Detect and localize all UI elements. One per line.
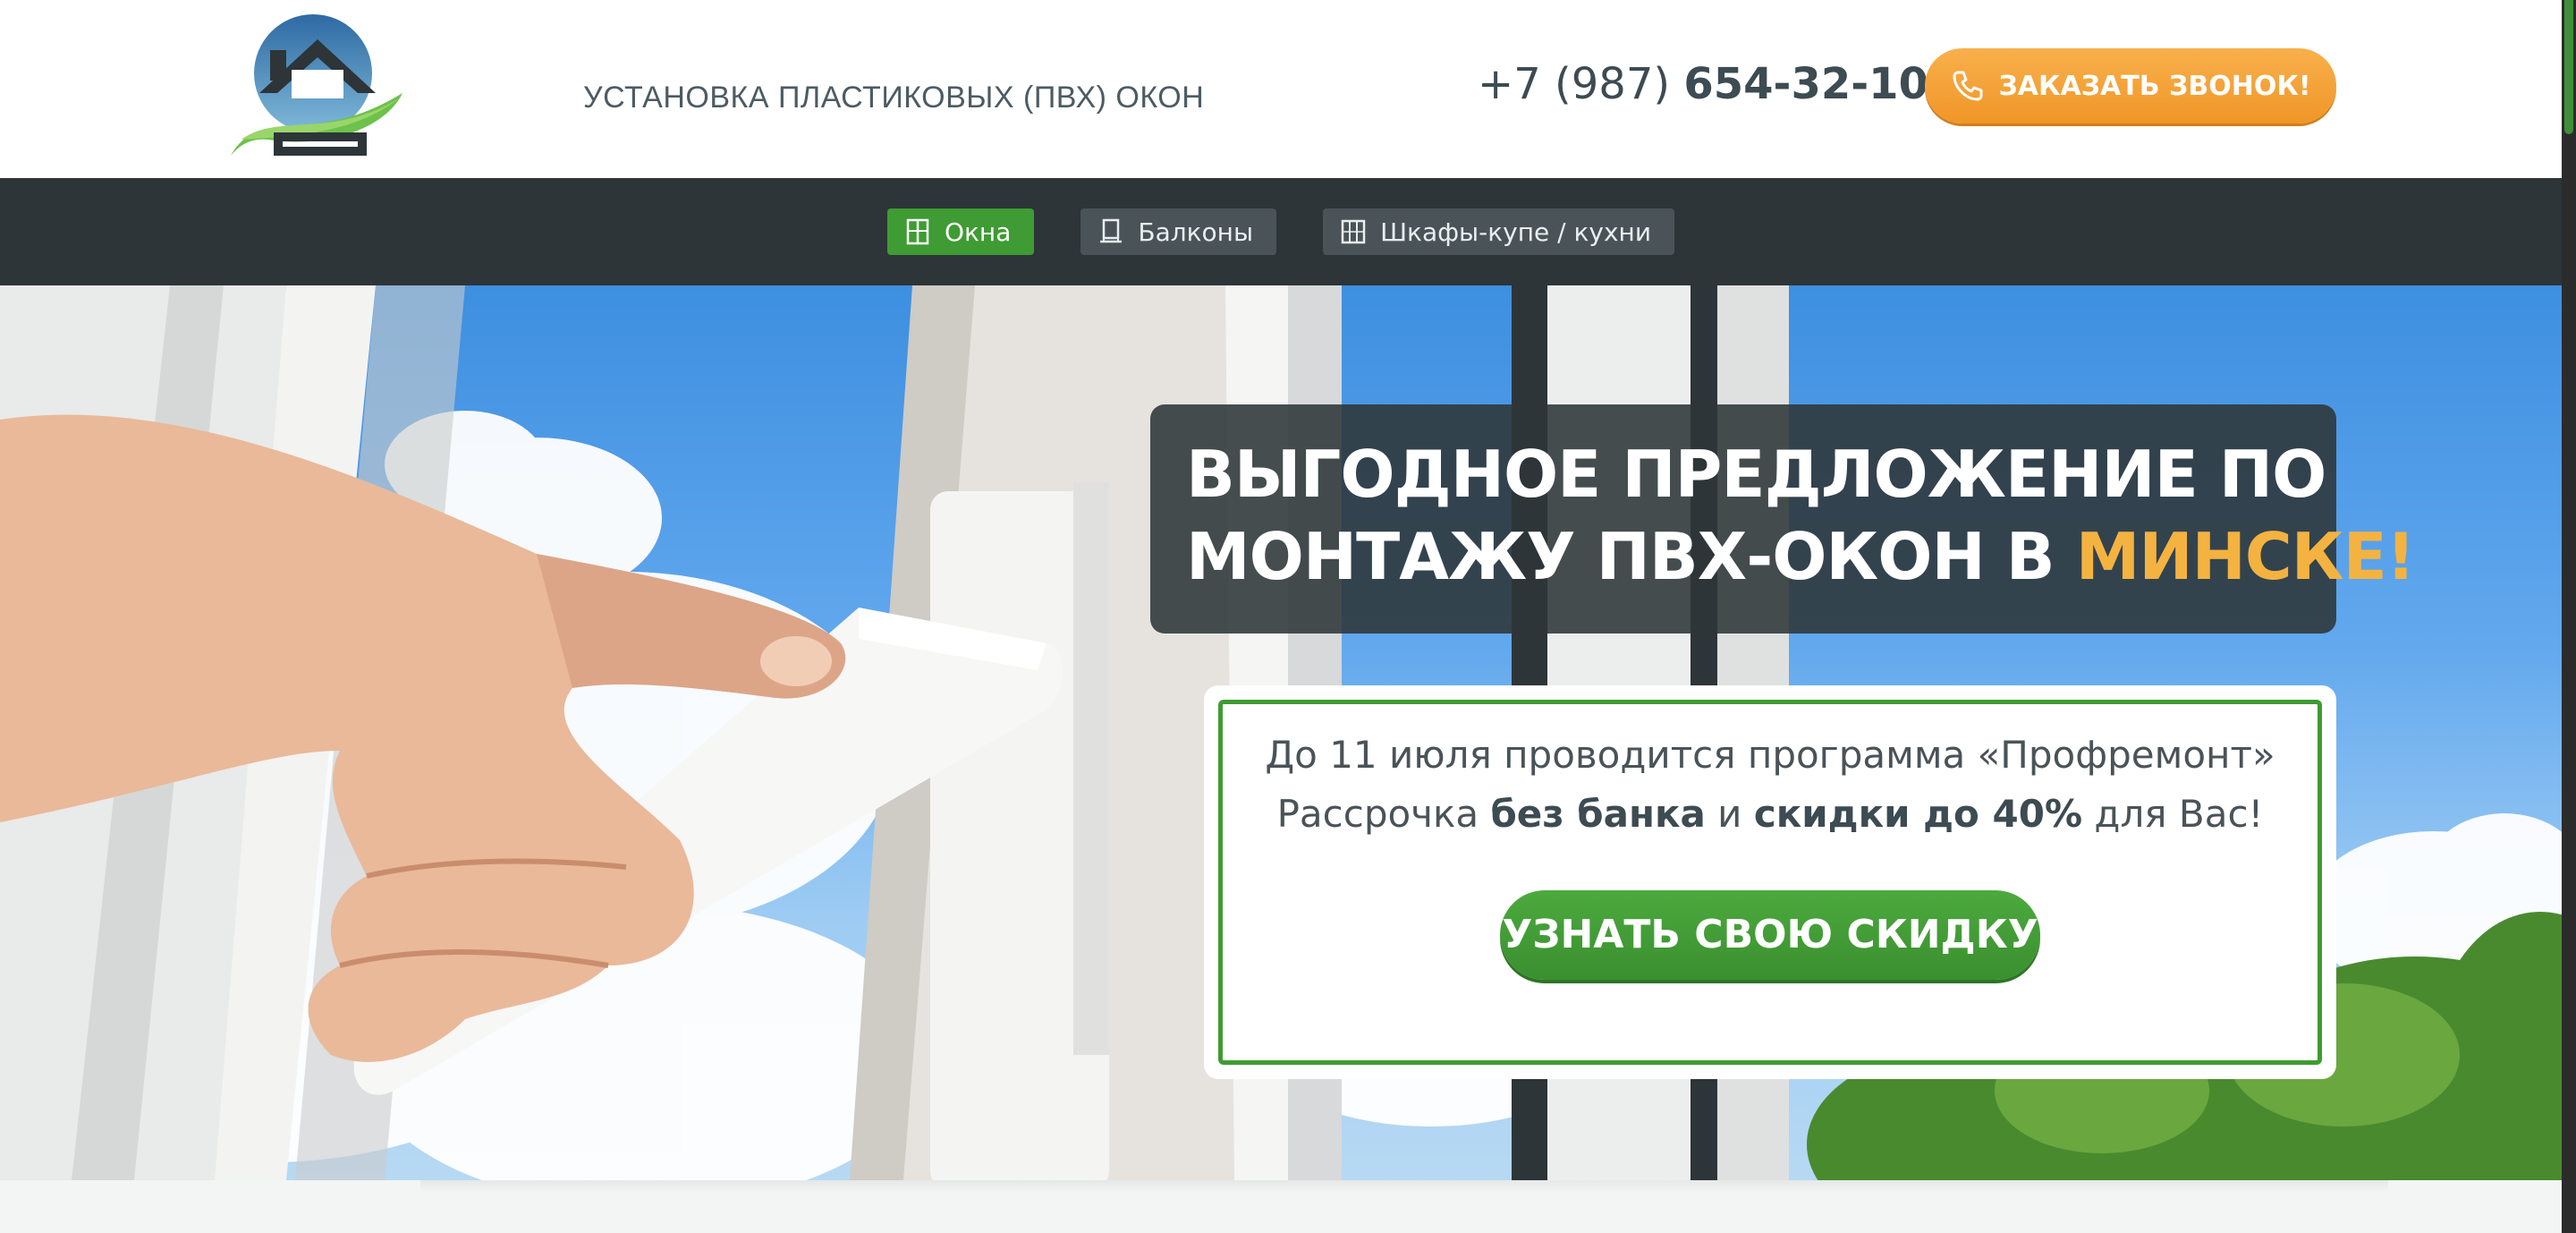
offer-highlight-discount: скидки до 40% (1753, 792, 2083, 836)
offer-highlight-no-bank: без банка (1490, 792, 1706, 836)
wardrobe-icon (1341, 219, 1366, 244)
nav-item-label: Шкафы-купе / кухни (1380, 217, 1652, 247)
get-discount-button[interactable]: УЗНАТЬ СВОЮ СКИДКУ (1500, 890, 2040, 980)
headline-line1: ВЫГОДНОЕ ПРЕДЛОЖЕНИЕ ПО (1186, 437, 2326, 512)
offer-line2: Рассрочка без банка и скидки до 40% для … (1223, 785, 2318, 844)
order-call-label: ЗАКАЗАТЬ ЗВОНОК! (1998, 70, 2311, 102)
offer-text-part: для Вас! (2082, 792, 2264, 836)
hero-section: ВЫГОДНОЕ ПРЕДЛОЖЕНИЕ ПО МОНТАЖУ ПВХ-ОКОН… (0, 285, 2562, 1180)
nav-item-wardrobes[interactable]: Шкафы-купе / кухни (1323, 208, 1675, 255)
scrollbar-thumb[interactable] (2564, 0, 2573, 134)
window-icon (906, 218, 929, 245)
site-header: УСТАНОВКА ПЛАСТИКОВЫХ (ПВХ) ОКОН +7 (987… (0, 0, 2562, 178)
nav-item-label: Окна (944, 217, 1012, 247)
headline-line2: МОНТАЖУ ПВХ-ОКОН В МИНСКЕ! (1186, 515, 2416, 598)
order-call-button[interactable]: ЗАКАЗАТЬ ЗВОНОК! (1925, 48, 2336, 123)
balcony-icon (1100, 218, 1123, 243)
phone-main: 654-32-10 (1683, 59, 1928, 109)
hero-headline: ВЫГОДНОЕ ПРЕДЛОЖЕНИЕ ПО МОНТАЖУ ПВХ-ОКОН… (1150, 404, 2416, 634)
page: УСТАНОВКА ПЛАСТИКОВЫХ (ПВХ) ОКОН +7 (987… (0, 0, 2562, 1233)
nav-item-balconies[interactable]: Балконы (1080, 208, 1277, 255)
offer-text-part: и (1705, 792, 1754, 836)
next-section-edge (0, 1180, 2562, 1233)
main-nav: Окна Балконы Шкафы-купе / кухни (0, 178, 2562, 285)
phone-number[interactable]: +7 (987) 654-32-10 (1478, 59, 1928, 109)
offer-line1: До 11 июля проводится программа «Профрем… (1265, 733, 2275, 777)
offer-card: До 11 июля проводится программа «Профрем… (1204, 685, 2336, 1079)
section-shadow (420, 1180, 2388, 1193)
phone-icon (1953, 71, 1983, 101)
page-scrollbar[interactable] (2562, 0, 2576, 1233)
headline-city: МИНСКЕ! (2075, 519, 2416, 594)
phone-prefix: +7 (987) (1478, 59, 1684, 109)
offer-text-part: Рассрочка (1276, 792, 1491, 836)
headline-line2-text: МОНТАЖУ ПВХ-ОКОН В (1186, 519, 2076, 594)
nav-item-label: Балконы (1138, 217, 1254, 247)
offer-card-border: До 11 июля проводится программа «Профрем… (1218, 700, 2322, 1065)
nav-item-windows[interactable]: Окна (886, 208, 1035, 255)
site-tagline: УСТАНОВКА ПЛАСТИКОВЫХ (ПВХ) ОКОН (583, 81, 1205, 115)
house-logo-icon[interactable] (224, 14, 411, 162)
